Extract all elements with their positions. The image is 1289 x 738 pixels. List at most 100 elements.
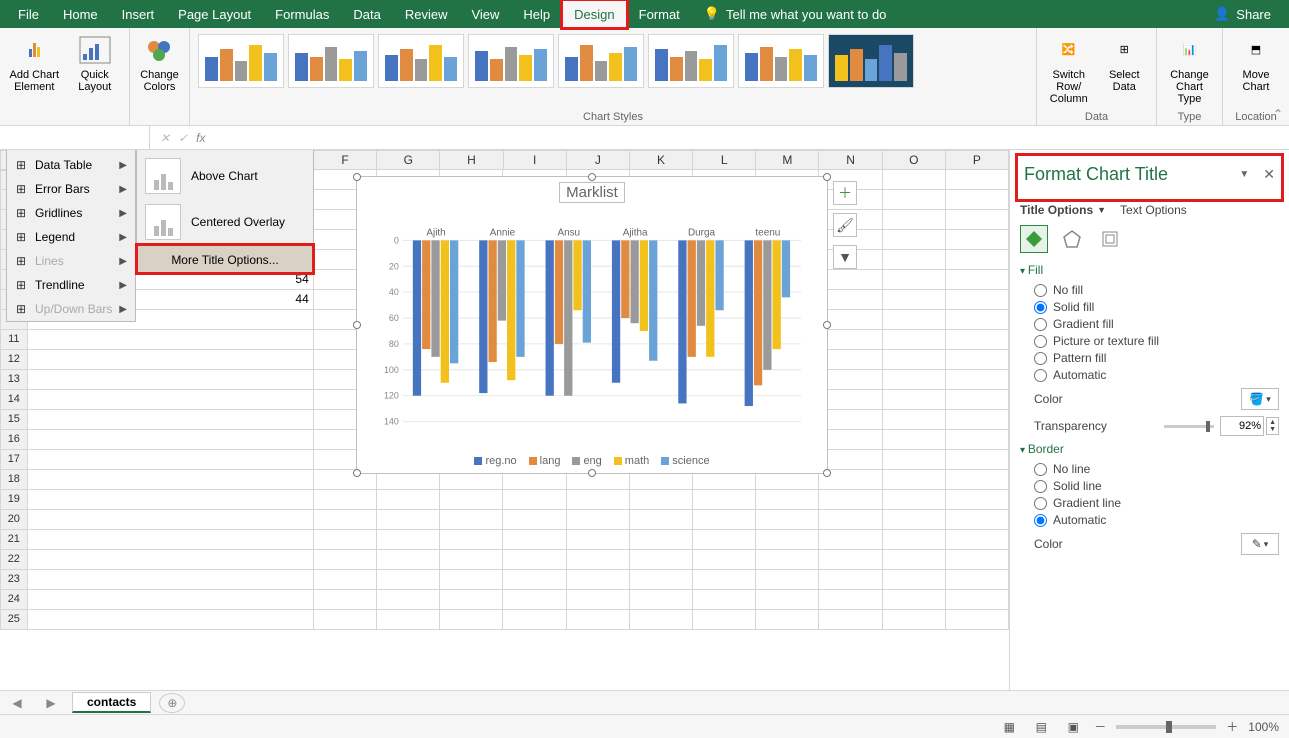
cell[interactable] [630, 490, 693, 510]
col-header[interactable]: F [314, 150, 377, 170]
cell[interactable] [946, 390, 1009, 410]
radio-solid-line[interactable]: Solid line [1034, 479, 1279, 493]
chart-style-5[interactable] [558, 34, 644, 88]
cell[interactable] [693, 530, 756, 550]
tab-title-options[interactable]: Title Options ▼ [1020, 203, 1106, 217]
cell[interactable] [693, 590, 756, 610]
cell[interactable] [28, 350, 314, 370]
menu-gridlines[interactable]: ⊞Gridlines▶ [7, 201, 135, 225]
cell[interactable] [883, 430, 946, 450]
col-header[interactable]: L [693, 150, 756, 170]
cell[interactable] [819, 590, 882, 610]
cell[interactable] [377, 530, 440, 550]
add-chart-element-button[interactable]: Add Chart Element [6, 30, 63, 93]
cell[interactable] [883, 510, 946, 530]
transparency-input[interactable] [1220, 416, 1264, 436]
sheet-nav-next[interactable]: ▶ [34, 696, 68, 710]
cell[interactable] [377, 590, 440, 610]
row-header[interactable]: 22 [0, 550, 28, 570]
transparency-slider[interactable] [1164, 425, 1214, 428]
fill-color-button[interactable]: 🪣▾ [1241, 388, 1279, 410]
chart-style-7[interactable] [738, 34, 824, 88]
cell[interactable] [693, 610, 756, 630]
resize-handle[interactable] [353, 469, 361, 477]
row-header[interactable]: 24 [0, 590, 28, 610]
radio-no-line[interactable]: No line [1034, 462, 1279, 476]
chart-style-6[interactable] [648, 34, 734, 88]
row-header[interactable]: 20 [0, 510, 28, 530]
cell[interactable] [314, 550, 377, 570]
col-header[interactable]: H [440, 150, 503, 170]
fx-icon[interactable]: fx [196, 131, 205, 145]
cell[interactable] [314, 570, 377, 590]
cell[interactable] [883, 450, 946, 470]
cell[interactable] [946, 410, 1009, 430]
cell[interactable] [503, 490, 566, 510]
menu-data[interactable]: Data [341, 0, 392, 28]
cell[interactable] [883, 530, 946, 550]
cell[interactable] [946, 370, 1009, 390]
submenu-centered-overlay[interactable]: Centered Overlay [137, 199, 313, 245]
zoom-level[interactable]: 100% [1248, 720, 1279, 734]
view-normal-icon[interactable]: ▦ [998, 718, 1020, 736]
collapse-ribbon-icon[interactable]: ⌃ [1273, 107, 1283, 121]
zoom-in-button[interactable]: ＋ [1226, 718, 1238, 735]
cell[interactable] [503, 510, 566, 530]
cell[interactable] [883, 550, 946, 570]
cell[interactable] [28, 590, 314, 610]
change-chart-type-button[interactable]: 📊Change Chart Type [1163, 30, 1216, 105]
cell[interactable] [503, 610, 566, 630]
menu-insert[interactable]: Insert [110, 0, 167, 28]
row-header[interactable]: 18 [0, 470, 28, 490]
cell[interactable] [28, 490, 314, 510]
col-header[interactable]: G [377, 150, 440, 170]
menu-design[interactable]: Design [562, 0, 626, 28]
cell[interactable] [946, 470, 1009, 490]
cell[interactable] [883, 370, 946, 390]
cell[interactable] [946, 570, 1009, 590]
cell[interactable] [756, 590, 819, 610]
col-header[interactable]: N [819, 150, 882, 170]
cell[interactable] [693, 550, 756, 570]
chart-styles-gallery[interactable] [196, 30, 1030, 109]
cell[interactable] [567, 490, 630, 510]
move-chart-button[interactable]: ⬒Move Chart [1229, 30, 1283, 93]
cell[interactable] [756, 550, 819, 570]
close-pane-icon[interactable]: ✕ [1263, 166, 1275, 183]
cell[interactable] [503, 590, 566, 610]
section-fill[interactable]: Fill [1020, 263, 1279, 277]
cell[interactable] [28, 410, 314, 430]
cell[interactable] [440, 530, 503, 550]
cell[interactable] [377, 510, 440, 530]
cell[interactable] [28, 450, 314, 470]
cell[interactable] [503, 550, 566, 570]
chart-style-1[interactable] [198, 34, 284, 88]
menu-help[interactable]: Help [511, 0, 562, 28]
cell[interactable] [693, 510, 756, 530]
tell-me[interactable]: 💡Tell me what you want to do [692, 0, 899, 28]
row-header[interactable]: 11 [0, 330, 28, 350]
sheet-tab-contacts[interactable]: contacts [72, 692, 151, 713]
radio-pattern-fill[interactable]: Pattern fill [1034, 351, 1279, 365]
cell[interactable] [440, 590, 503, 610]
cell[interactable] [819, 610, 882, 630]
cell[interactable] [314, 610, 377, 630]
menu-home[interactable]: Home [51, 0, 110, 28]
menu-view[interactable]: View [459, 0, 511, 28]
cell[interactable] [819, 510, 882, 530]
spinner-buttons[interactable]: ▲▼ [1266, 417, 1279, 435]
cell[interactable] [946, 450, 1009, 470]
cell[interactable] [503, 530, 566, 550]
cell[interactable] [28, 610, 314, 630]
cell[interactable] [440, 550, 503, 570]
cell[interactable] [883, 590, 946, 610]
cell[interactable] [693, 490, 756, 510]
cell[interactable] [883, 490, 946, 510]
menu-legend[interactable]: ⊞Legend▶ [7, 225, 135, 249]
col-header[interactable]: M [756, 150, 819, 170]
col-header[interactable]: K [630, 150, 693, 170]
chart-legend[interactable]: reg.nolangengmathscience [357, 455, 827, 467]
cell[interactable] [756, 510, 819, 530]
col-header[interactable]: J [567, 150, 630, 170]
cell[interactable] [630, 530, 693, 550]
